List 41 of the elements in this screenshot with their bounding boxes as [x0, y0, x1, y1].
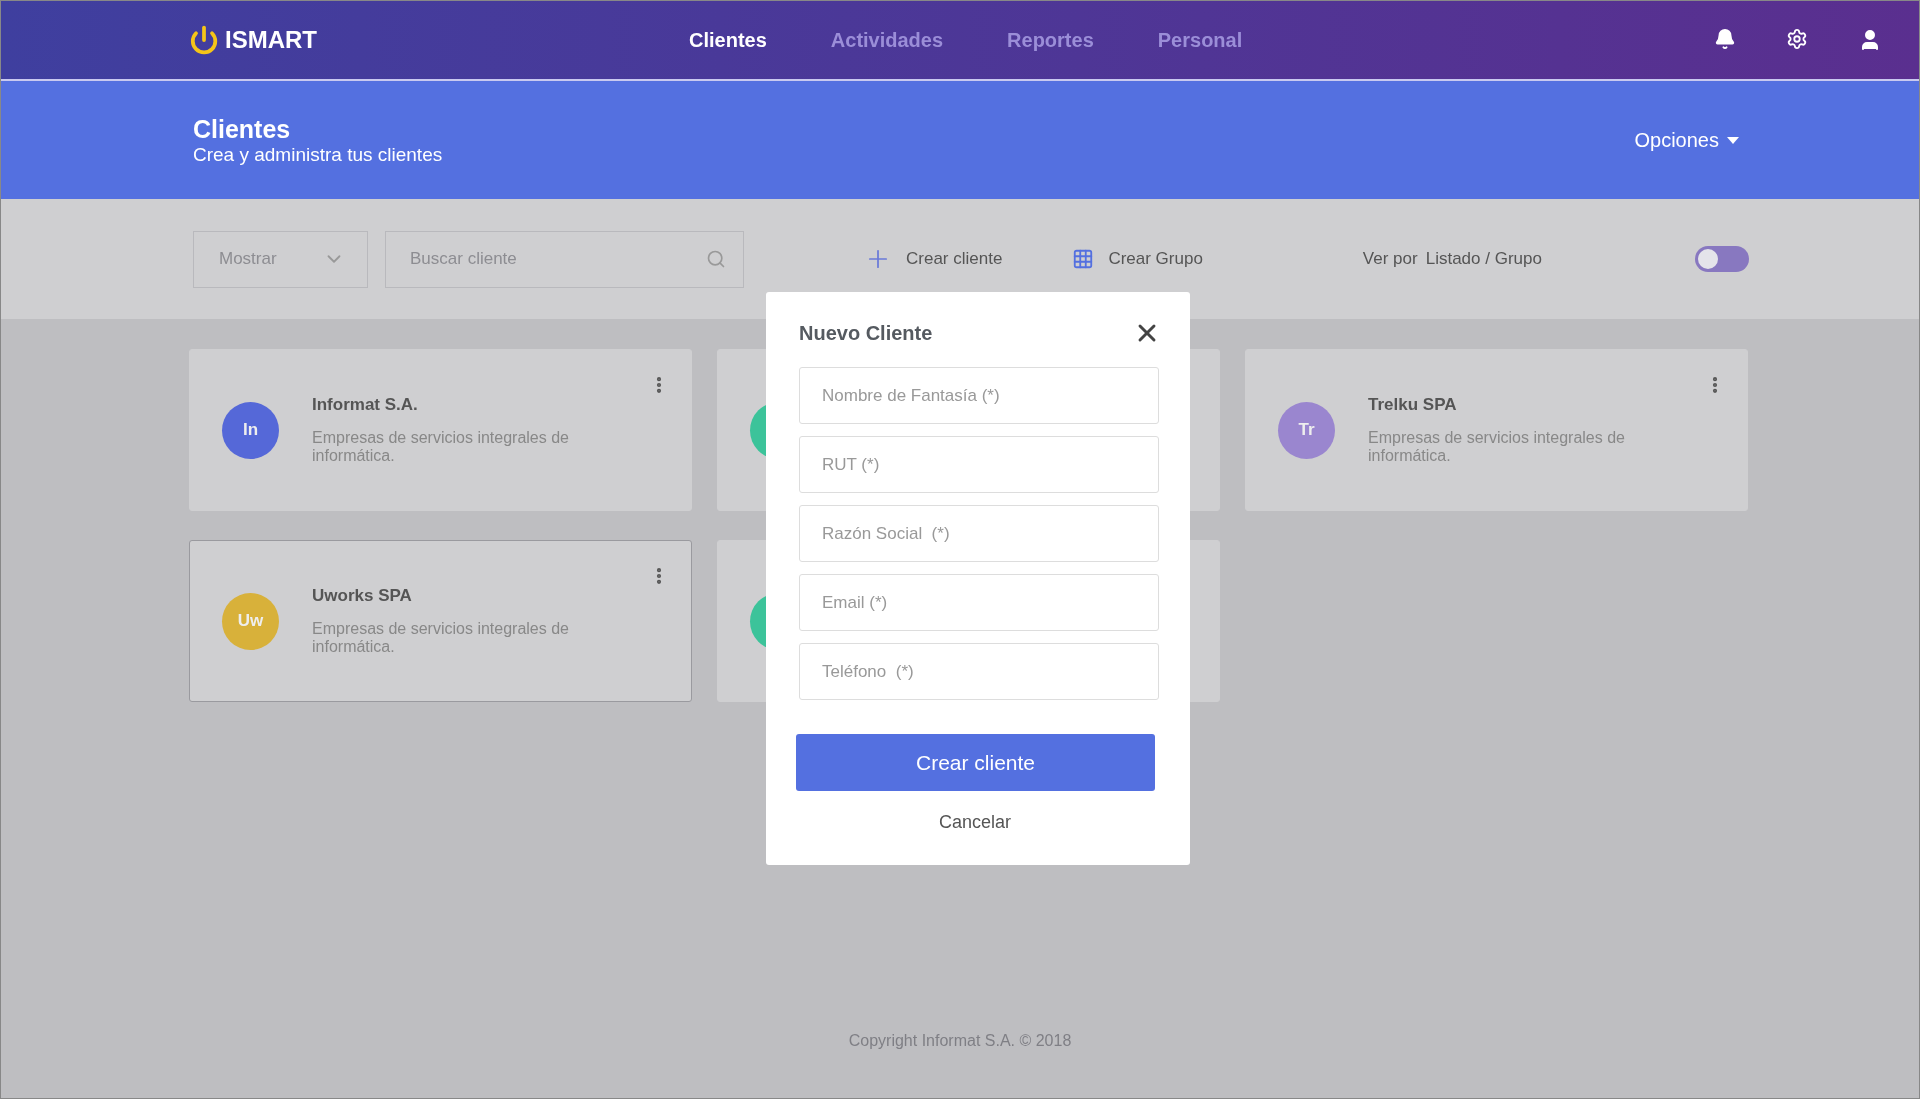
input-field[interactable]: RUT (*) [799, 436, 1159, 493]
input-field[interactable]: Nombre de Fantasía (*) [799, 367, 1159, 424]
power-logo-icon [189, 25, 219, 55]
view-modes-label: Listado / Grupo [1425, 249, 1542, 269]
page-subtitle: Crea y administra tus clientes [193, 143, 443, 166]
client-name: Trelku SPA [1368, 395, 1458, 415]
client-description: Empresas de servicios integrales de informática. [312, 429, 570, 465]
nav-tab[interactable]: Clientes [689, 28, 767, 52]
brand-logo: ISMART [225, 26, 317, 54]
settings-icon[interactable] [1786, 28, 1808, 52]
nav-tab[interactable]: Actividades [830, 28, 944, 52]
client-avatar: Tr [1278, 401, 1335, 459]
client-card[interactable]: Uw Uworks SPA Empresas de servicios integrales de informática. [189, 540, 692, 702]
copyright-text: Copyright Informat S.A. © 2018 [848, 1032, 1072, 1050]
create-client-button[interactable]: Crear cliente [864, 245, 1003, 273]
client-description: Empresas de servicios integrales de informática. [1368, 429, 1626, 465]
create-group-button[interactable]: Crear Grupo [1072, 248, 1203, 270]
search-field[interactable]: Buscar cliente [385, 230, 744, 288]
input-field[interactable]: Razón Social (*) [799, 505, 1159, 562]
options-dropdown[interactable]: Opciones [1628, 127, 1745, 153]
client-card[interactable]: Tr Trelku SPA Empresas de servicios integrales de informática. [1245, 349, 1748, 511]
view-toggle[interactable] [1695, 246, 1749, 272]
page-title: Clientes [193, 114, 292, 144]
client-name: Informat S.A. [312, 395, 419, 415]
nav-tab[interactable]: Personal [1157, 28, 1243, 52]
caret-icon [1727, 136, 1739, 144]
input-field[interactable]: Teléfono (*) [799, 643, 1159, 700]
client-name: Uworks SPA [312, 586, 413, 606]
client-card[interactable]: In Informat S.A. Empresas de servicios integrales de informática. [189, 349, 692, 511]
view-label: Ver por [1362, 249, 1418, 269]
cancel-link[interactable]: Cancelar [932, 811, 1017, 834]
client-avatar: In [222, 401, 279, 459]
client-avatar: Uw [222, 592, 279, 650]
nav-tab[interactable]: Reportes [1007, 28, 1094, 52]
notifications-icon[interactable] [1714, 28, 1736, 52]
dialog-title: Nuevo Cliente [799, 321, 933, 345]
search-icon [706, 248, 726, 269]
client-description: Empresas de servicios integrales de informática. [312, 620, 570, 656]
input-field[interactable]: Email (*) [799, 574, 1159, 631]
create-client-submit-button[interactable]: Crear cliente [796, 734, 1155, 791]
grid-icon [1072, 248, 1095, 270]
